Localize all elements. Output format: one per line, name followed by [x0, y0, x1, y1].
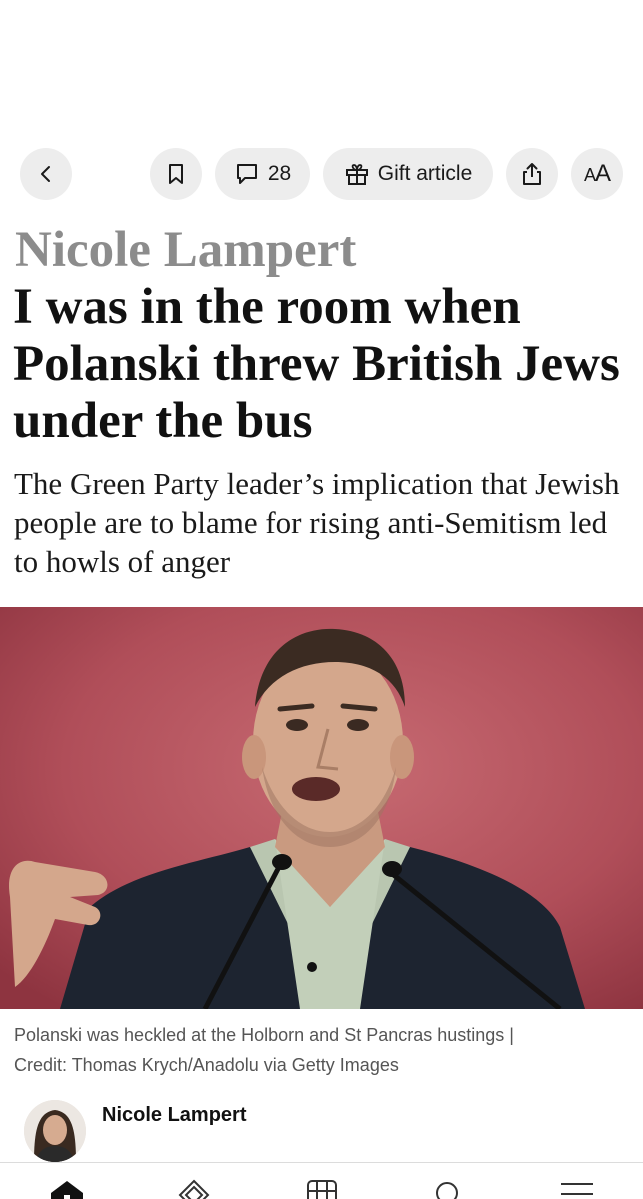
nav-home[interactable]: [47, 1177, 87, 1199]
bottom-nav: [0, 1162, 643, 1199]
sections-grid-icon: [302, 1180, 342, 1199]
nav-puzzles[interactable]: [174, 1177, 214, 1199]
comment-count: 28: [267, 162, 292, 185]
gift-article-label: Gift article: [377, 162, 473, 185]
font-size-icon: AA: [583, 160, 611, 187]
share-icon: [519, 161, 545, 187]
nav-search[interactable]: [427, 1177, 467, 1199]
nav-sections[interactable]: [302, 1177, 342, 1199]
comments-button[interactable]: 28: [215, 148, 310, 200]
avatar[interactable]: [24, 1100, 86, 1162]
caption-separator: |: [509, 1025, 514, 1045]
nav-menu[interactable]: [557, 1177, 597, 1199]
font-size-button[interactable]: AA: [571, 148, 623, 200]
image-caption: Polanski was heckled at the Holborn and …: [14, 1025, 505, 1045]
hero-image[interactable]: [0, 607, 643, 1009]
article-toolbar: 28 Gift article AA: [0, 148, 643, 200]
author-name[interactable]: Nicole Lampert: [102, 1104, 246, 1127]
gift-icon: [344, 161, 370, 187]
back-button[interactable]: [20, 148, 72, 200]
image-caption-block: Polanski was heckled at the Holborn and …: [14, 1020, 634, 1080]
chevron-left-icon: [35, 163, 57, 185]
article-headline: I was in the room when Polanski threw Br…: [13, 279, 620, 449]
image-credit: Credit: Thomas Krych/Anadolu via Getty I…: [14, 1055, 399, 1075]
author-kicker[interactable]: Nicole Lampert: [15, 222, 356, 278]
puzzles-icon: [174, 1179, 214, 1199]
gift-article-button[interactable]: Gift article: [323, 148, 493, 200]
article-standfirst: The Green Party leader’s implication tha…: [14, 466, 620, 579]
bookmark-icon: [165, 162, 187, 186]
menu-icon: [557, 1183, 597, 1199]
home-icon: [47, 1181, 87, 1199]
search-icon: [427, 1182, 467, 1199]
bookmark-button[interactable]: [150, 148, 202, 200]
comment-bubble-icon: [234, 161, 260, 187]
share-button[interactable]: [506, 148, 558, 200]
